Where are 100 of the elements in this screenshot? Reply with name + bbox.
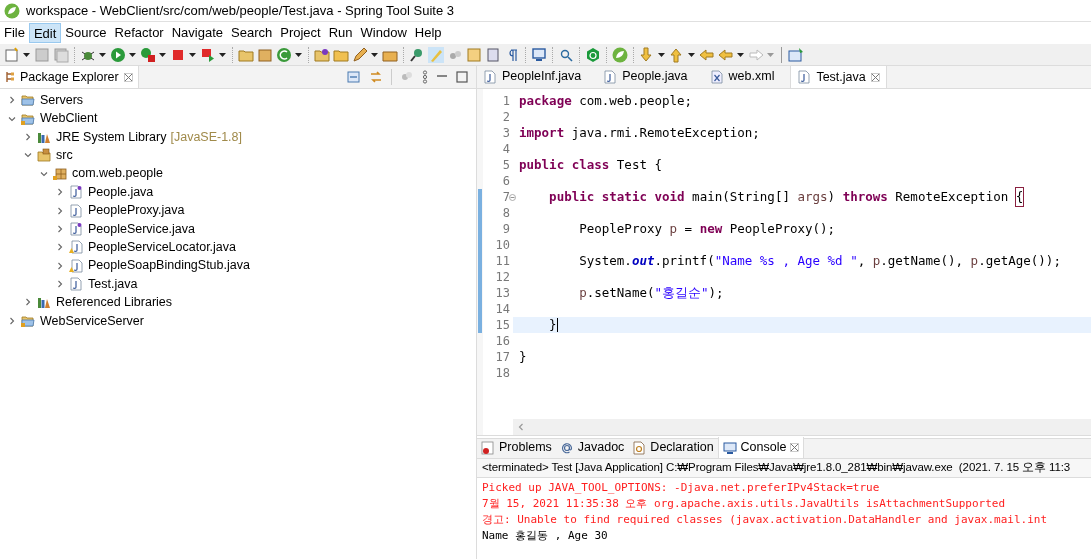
tree-item[interactable]: PeopleSoapBindingStub.java — [88, 256, 250, 276]
menu-item[interactable]: Navigate — [167, 23, 227, 43]
chevron-down-icon[interactable] — [24, 151, 32, 160]
editor-tab[interactable]: web.xml — [703, 65, 781, 88]
tree-item[interactable]: WebClient — [40, 109, 98, 128]
chevron-right-icon[interactable] — [8, 316, 16, 325]
menu-item[interactable]: Help — [410, 23, 446, 43]
tree-item[interactable]: PeopleServiceLocator.java — [88, 237, 236, 257]
chevron-right-icon[interactable] — [56, 280, 64, 289]
pin-window-icon[interactable] — [788, 46, 804, 63]
folder-icon — [21, 93, 35, 108]
menu-item[interactable]: Source — [61, 23, 111, 43]
code-line: p.setName("홍길순"); — [578, 283, 724, 302]
menu-item[interactable]: Project — [276, 23, 325, 43]
line-number: 14 — [495, 301, 510, 318]
view-menu-icon[interactable] — [422, 70, 428, 84]
console-line: 7월 15, 2021 11:35:38 오후 org.apache.axis.utils.JavaUtils isAttachmentSupported — [482, 495, 1006, 512]
tree-item[interactable]: PeopleService.java — [88, 219, 195, 239]
line-number: 12 — [495, 269, 510, 286]
monitor-icon — [722, 440, 737, 455]
package-icon[interactable] — [257, 46, 273, 63]
code-line: public class Test { — [519, 155, 662, 174]
menu-item[interactable]: File — [0, 23, 29, 43]
view-tab[interactable]: Package Explorer — [0, 66, 139, 88]
block-selection-icon[interactable] — [485, 46, 501, 63]
run-icon[interactable] — [110, 46, 126, 63]
java-file-icon — [69, 185, 83, 200]
code-line: System.out.printf("Name %s , Age %d ", p.getName(), p.getAge()); — [578, 251, 1061, 270]
package-folder-icon — [37, 148, 51, 163]
chevron-right-icon[interactable] — [8, 96, 16, 105]
horizontal-scrollbar[interactable] — [513, 419, 1091, 435]
chevron-right-icon[interactable] — [24, 298, 32, 307]
editor-tab[interactable]: People.java — [597, 65, 694, 88]
panel-tab[interactable]: Javadoc — [555, 437, 629, 458]
search-icon[interactable] — [409, 46, 425, 63]
java-file-icon — [69, 277, 83, 292]
collapse-all-icon[interactable] — [347, 70, 361, 84]
panel-tab[interactable]: Problems — [477, 437, 556, 458]
external-tools-icon[interactable] — [140, 46, 156, 63]
close-icon[interactable] — [790, 443, 800, 452]
chevron-right-icon[interactable] — [56, 206, 64, 215]
line-number: 9 — [502, 221, 510, 238]
chevron-down-icon[interactable] — [40, 169, 48, 178]
chevron-right-icon[interactable] — [24, 132, 32, 141]
window-title: workspace - WebClient/src/com/web/people/Test.java - Spring Tool Suite 3 — [26, 1, 454, 20]
editor-tab[interactable]: PeopleInf.java — [477, 65, 588, 88]
menu-item[interactable]: Run — [324, 23, 357, 43]
tree-item-decoration: [JavaSE-1.8] — [170, 128, 243, 146]
line-number: 16 — [495, 333, 510, 350]
maximize-icon[interactable] — [456, 71, 468, 83]
close-icon[interactable] — [870, 72, 880, 82]
scroll-left-icon[interactable] — [517, 423, 525, 431]
tree-item[interactable]: Referenced Libraries — [56, 293, 173, 312]
code-line: import java.rmi.RemoteException; — [519, 123, 760, 142]
open-type-icon[interactable] — [314, 46, 330, 63]
java-file-icon — [69, 240, 83, 255]
chevron-right-icon[interactable] — [56, 243, 64, 252]
tree-item[interactable]: PeopleProxy.java — [88, 201, 185, 220]
tree-item[interactable]: WebServiceServer — [40, 311, 144, 331]
menu-item[interactable]: Edit — [28, 23, 62, 43]
at-sign-icon — [559, 440, 574, 455]
line-number: 6 — [502, 173, 510, 190]
tree-item[interactable]: Test.java — [88, 274, 138, 294]
line-number: 3 — [502, 125, 510, 142]
code-line: } — [519, 347, 527, 366]
panel-tab[interactable]: Console — [717, 437, 805, 458]
code-line: } — [548, 315, 558, 334]
panel-tab[interactable]: Declaration — [628, 437, 718, 458]
line-number: 5 — [502, 157, 510, 174]
xml-file-icon — [709, 69, 724, 84]
power-icon[interactable] — [585, 46, 601, 63]
line-number: 8 — [502, 205, 510, 222]
menu-item[interactable]: Refactor — [110, 23, 168, 43]
link-editor-icon[interactable] — [369, 70, 383, 84]
class-icon[interactable] — [276, 46, 292, 63]
editor-tab[interactable]: Test.java — [790, 65, 887, 88]
server-run-icon[interactable] — [200, 46, 216, 63]
chevron-right-icon[interactable] — [56, 224, 64, 233]
pencil-icon[interactable] — [352, 46, 368, 63]
chevron-down-icon[interactable] — [8, 114, 16, 123]
leaf-icon[interactable] — [612, 46, 628, 63]
text-cursor — [556, 318, 558, 332]
line-number: 15 — [495, 317, 510, 334]
fold-icon[interactable] — [509, 193, 516, 201]
chevron-right-icon[interactable] — [56, 261, 64, 270]
tree-item[interactable]: com.web.people — [72, 164, 164, 184]
package-icon — [53, 166, 67, 181]
project-folder-icon — [21, 313, 35, 328]
tree-item[interactable]: People.java — [88, 182, 154, 202]
monitor-icon[interactable] — [531, 46, 547, 63]
tree-item[interactable]: src — [56, 146, 73, 165]
close-icon[interactable] — [123, 72, 133, 82]
chevron-right-icon[interactable] — [56, 188, 64, 197]
tree-item[interactable]: Servers — [40, 90, 84, 110]
line-number: 4 — [502, 141, 510, 158]
tree-item[interactable]: JRE System Library — [56, 127, 167, 147]
menu-item[interactable]: Search — [227, 23, 277, 43]
menu-item[interactable]: Window — [356, 23, 411, 43]
annotation-icon[interactable] — [466, 46, 482, 63]
books-icon — [37, 295, 51, 310]
